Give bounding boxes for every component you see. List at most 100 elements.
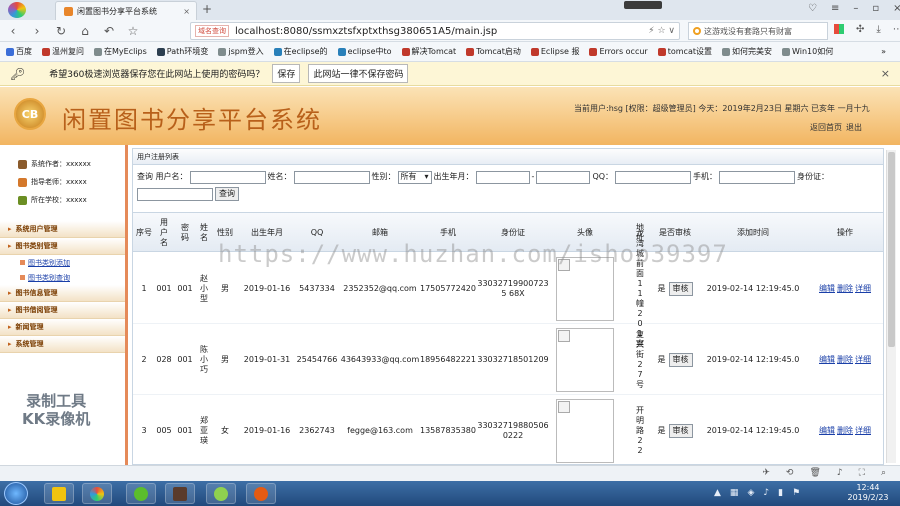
bookmark-item[interactable]: 百度 bbox=[6, 46, 32, 57]
cell-phone: 17505772420 bbox=[420, 283, 476, 293]
edit-link[interactable]: 编辑 bbox=[819, 355, 835, 365]
close-window-icon[interactable]: × bbox=[893, 3, 900, 14]
bookmark-item[interactable]: 温州复问 bbox=[42, 46, 84, 57]
close-bar-icon[interactable]: × bbox=[881, 67, 890, 80]
sidebar-menu-2[interactable]: ▸ 图书信息管理 bbox=[0, 285, 125, 302]
bookmark-item[interactable]: 在MyEclips bbox=[94, 46, 147, 57]
new-tab-button[interactable]: + bbox=[202, 2, 212, 16]
taskbar-browser[interactable] bbox=[82, 483, 112, 504]
fullscreen-icon[interactable]: ⛶ bbox=[859, 468, 865, 478]
edit-link[interactable]: 编辑 bbox=[819, 426, 835, 436]
trash-icon[interactable]: 🗑︎ bbox=[809, 468, 820, 478]
taskbar-app-3[interactable] bbox=[165, 483, 195, 504]
delete-link[interactable]: 删除 bbox=[837, 284, 853, 294]
taskbar-recorder[interactable] bbox=[246, 483, 276, 504]
sidebar-menu-3[interactable]: ▸ 图书借阅管理 bbox=[0, 302, 125, 319]
menu-icon[interactable]: ≡ bbox=[831, 3, 839, 14]
tools-icon[interactable]: ⋯ bbox=[893, 24, 900, 35]
browser-tab[interactable]: 闲置图书分享平台系统 × bbox=[55, 1, 197, 20]
undo-icon[interactable]: ↶ bbox=[100, 22, 118, 40]
skin-icon[interactable]: ♡ bbox=[808, 3, 817, 14]
sidebar-subitem[interactable]: 图书类别添加 bbox=[0, 255, 125, 270]
edit-link[interactable]: 编辑 bbox=[819, 284, 835, 294]
tray-flag-icon[interactable]: ⚑ bbox=[792, 488, 800, 498]
table-cell: fegge@163.com bbox=[339, 395, 421, 464]
audit-button[interactable]: 审核 bbox=[668, 352, 693, 367]
start-button[interactable] bbox=[4, 482, 28, 505]
tray-battery-icon[interactable]: ▮ bbox=[778, 488, 783, 498]
taskbar-explorer[interactable] bbox=[44, 483, 74, 504]
menu-overflow-icon[interactable] bbox=[624, 1, 662, 9]
cell-added: 2019-02-14 12:19:45.0 bbox=[706, 354, 800, 364]
tray-shield-icon[interactable]: ◈ bbox=[747, 488, 754, 498]
taskbar-app-2[interactable] bbox=[126, 483, 156, 504]
idcard-filter-input[interactable] bbox=[137, 187, 213, 201]
address-bar[interactable]: 域名查询 localhost:8080/ssmxztsfxptxthsg3806… bbox=[190, 22, 680, 40]
bookmark-item[interactable]: Win10如何 bbox=[781, 46, 833, 57]
home-link[interactable]: 返回首页 bbox=[810, 122, 842, 133]
detail-link[interactable]: 详细 bbox=[855, 284, 871, 294]
domain-lookup-badge[interactable]: 域名查询 bbox=[195, 25, 229, 37]
tab-close-icon[interactable]: × bbox=[183, 7, 190, 16]
detail-link[interactable]: 详细 bbox=[855, 426, 871, 436]
taskbar-app-4[interactable] bbox=[206, 483, 236, 504]
bookmark-item[interactable]: Eclipse 报 bbox=[530, 46, 579, 57]
search-box[interactable]: 这游戏没有套路只有财富 bbox=[688, 22, 828, 40]
extension-icon[interactable]: ✣ bbox=[856, 24, 864, 35]
bookmark-star-icon[interactable]: ☆ bbox=[124, 22, 142, 40]
page-scrollbar[interactable] bbox=[886, 150, 896, 463]
tray-sound-icon[interactable]: ♪ bbox=[763, 488, 769, 498]
bookmark-item[interactable]: tomcat设置 bbox=[657, 46, 712, 57]
tray-up-icon[interactable]: ▲ bbox=[714, 488, 721, 498]
forward-icon[interactable]: › bbox=[28, 22, 46, 40]
volume-icon[interactable]: ♪ bbox=[837, 468, 843, 478]
sidebar-menu-1[interactable]: ▸ 图书类别管理 bbox=[0, 238, 125, 255]
bookmark-item[interactable]: 在eclipse的 bbox=[273, 46, 328, 57]
restore-icon[interactable]: ▫ bbox=[872, 3, 879, 14]
delete-link[interactable]: 删除 bbox=[837, 355, 853, 365]
tool-1-icon[interactable]: ✈ bbox=[762, 468, 770, 478]
browser-logo-icon[interactable] bbox=[8, 2, 26, 18]
cell-birth: 2019-01-16 bbox=[243, 425, 291, 435]
save-password-button[interactable]: 保存 bbox=[272, 64, 301, 83]
taskbar-clock[interactable]: 12:44 2019/2/23 bbox=[840, 483, 896, 503]
never-save-password-button[interactable]: 此网站一律不保存密码 bbox=[308, 64, 409, 83]
scrollbar-thumb[interactable] bbox=[888, 152, 895, 347]
tool-2-icon[interactable]: ⟲ bbox=[786, 468, 794, 478]
name-filter-input[interactable] bbox=[293, 170, 370, 184]
gender-select[interactable]: 所有 ▾ bbox=[397, 170, 432, 184]
apps-grid-icon[interactable] bbox=[834, 24, 844, 34]
audit-button[interactable]: 审核 bbox=[668, 423, 693, 438]
home-icon[interactable]: ⌂ bbox=[76, 22, 94, 40]
bookmarks-more-icon[interactable]: » bbox=[881, 47, 886, 56]
username-filter-input[interactable] bbox=[189, 170, 266, 184]
phone-filter-input[interactable] bbox=[719, 170, 796, 184]
zoom-icon[interactable]: ⌕ bbox=[881, 468, 886, 478]
bookmark-item[interactable]: 如何完美安 bbox=[721, 46, 772, 57]
logout-link[interactable]: 退出 bbox=[846, 122, 862, 133]
url-actions-icon[interactable]: ⚡ ☆ ∨ bbox=[648, 26, 675, 36]
birth-start-input[interactable] bbox=[475, 170, 530, 184]
sidebar-menu-0[interactable]: ▸ 系统用户管理 bbox=[0, 221, 125, 238]
audit-button[interactable]: 审核 bbox=[668, 281, 693, 296]
url-text[interactable]: localhost:8080/ssmxztsfxptxthsg380651A5/… bbox=[235, 26, 497, 37]
delete-link[interactable]: 删除 bbox=[837, 426, 853, 436]
birth-end-input[interactable] bbox=[536, 170, 591, 184]
bookmark-item[interactable]: Errors occur bbox=[589, 47, 648, 56]
minimize-icon[interactable]: – bbox=[853, 3, 858, 14]
bookmark-item[interactable]: jspm登入 bbox=[218, 46, 264, 57]
tray-network-icon[interactable]: ▦ bbox=[730, 488, 739, 498]
bookmark-item[interactable]: Path环境变 bbox=[156, 46, 208, 57]
download-icon[interactable]: ⤓ bbox=[876, 24, 880, 35]
qq-filter-input[interactable] bbox=[615, 170, 692, 184]
bookmark-item[interactable]: Tomcat启动 bbox=[466, 46, 521, 57]
bookmark-item[interactable]: eclipse中to bbox=[337, 46, 392, 57]
sidebar-menu-4[interactable]: ▸ 新闻管理 bbox=[0, 319, 125, 336]
sidebar-subitem[interactable]: 图书类别查询 bbox=[0, 270, 125, 285]
detail-link[interactable]: 详细 bbox=[855, 355, 871, 365]
search-button[interactable]: 查询 bbox=[215, 187, 239, 201]
bookmark-item[interactable]: 解决Tomcat bbox=[401, 46, 456, 57]
sidebar-menu-5[interactable]: ▸ 系统管理 bbox=[0, 336, 125, 353]
reload-icon[interactable]: ↻ bbox=[52, 22, 70, 40]
back-icon[interactable]: ‹ bbox=[4, 22, 22, 40]
